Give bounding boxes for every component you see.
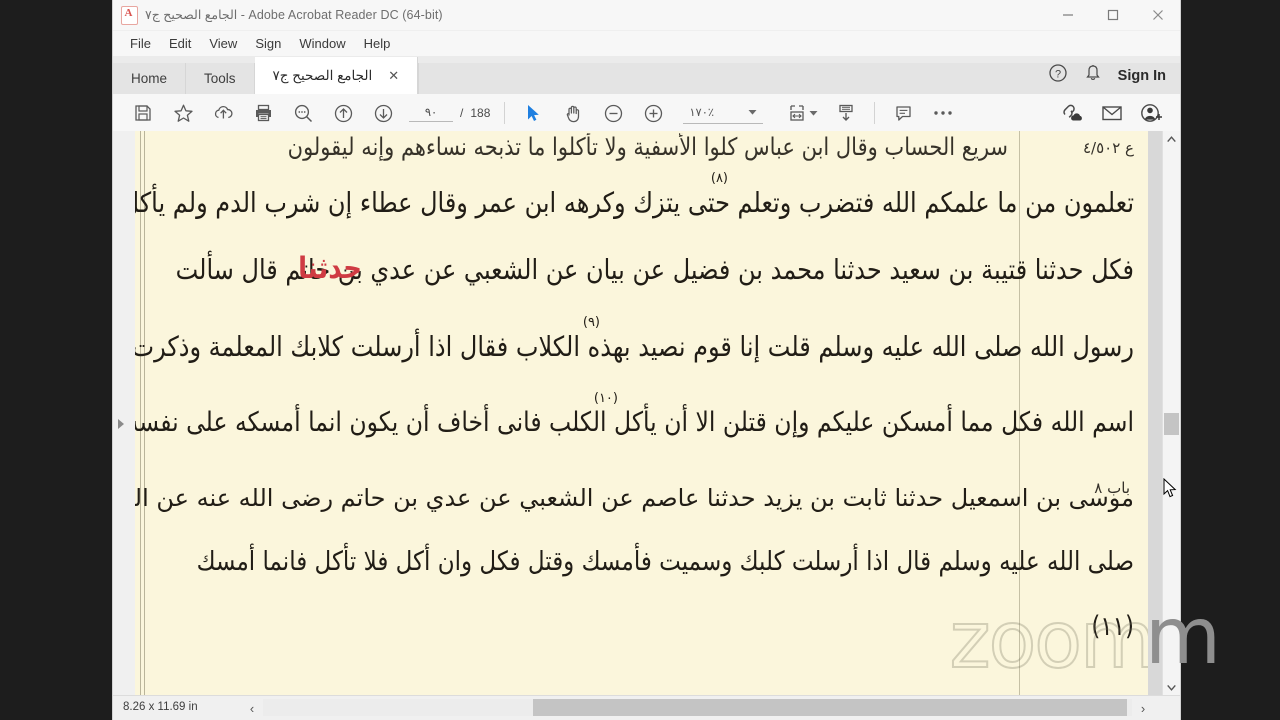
- select-tool-icon[interactable]: [513, 94, 553, 132]
- chevron-down-icon: [748, 103, 757, 121]
- text-line: سريع الحساب وقال ابن عباس كلوا الأسفية و…: [287, 133, 1008, 161]
- menu-file[interactable]: File: [121, 34, 160, 53]
- tab-tools-label: Tools: [204, 71, 236, 86]
- more-horizontal-icon[interactable]: [923, 94, 963, 132]
- hadith-number: (٩): [582, 315, 600, 330]
- window-title: الجامع الصحيح ج٧ - Adobe Acrobat Reader …: [145, 8, 443, 22]
- next-page-icon[interactable]: [363, 94, 403, 132]
- svg-text:?: ?: [1055, 69, 1061, 81]
- document-viewer: ع ٤/٥٠٢ باب ٨ سريع الحساب وقال ابن عباس …: [113, 131, 1180, 696]
- scroll-right-icon[interactable]: ›: [1134, 699, 1152, 717]
- toolbar-divider-2: [874, 102, 876, 124]
- cloud-upload-icon[interactable]: [203, 94, 243, 132]
- text-line-red-emphasis: حدثنا: [298, 251, 362, 287]
- zoom-level-value: ١٧٠٪: [689, 106, 715, 119]
- tab-document-label: الجامع الصحيح ج٧: [272, 67, 373, 83]
- scroll-down-icon[interactable]: [1163, 679, 1180, 696]
- vertical-scroll-thumb[interactable]: [1164, 413, 1179, 435]
- vertical-scrollbar[interactable]: [1162, 131, 1180, 696]
- text-line: صلى الله عليه وسلم قال اذا أرسلت كلبك وس…: [196, 547, 1134, 577]
- menu-window[interactable]: Window: [290, 34, 354, 53]
- tab-strip: Home Tools الجامع الصحيح ج٧ ✕ ? Sign In: [113, 57, 1180, 94]
- toolbar-right-group: [1052, 94, 1172, 132]
- tab-home-label: Home: [131, 71, 168, 86]
- save-icon[interactable]: [123, 94, 163, 132]
- tab-document[interactable]: الجامع الصحيح ج٧ ✕: [254, 57, 419, 94]
- scroll-up-icon[interactable]: [1163, 131, 1180, 148]
- page-navigation: ٩٠ / 188: [409, 105, 490, 122]
- menu-edit[interactable]: Edit: [160, 34, 200, 53]
- minimize-button[interactable]: [1045, 0, 1090, 30]
- sign-in-button[interactable]: Sign In: [1118, 68, 1166, 84]
- previous-page-icon[interactable]: [323, 94, 363, 132]
- menu-sign[interactable]: Sign: [246, 34, 290, 53]
- hand-tool-icon[interactable]: [553, 94, 593, 132]
- menu-view[interactable]: View: [200, 34, 246, 53]
- bell-icon[interactable]: [1084, 63, 1102, 88]
- zoom-in-icon[interactable]: [633, 94, 673, 132]
- hadith-number: (١٠): [593, 391, 618, 406]
- add-person-icon[interactable]: [1132, 94, 1172, 132]
- menu-help[interactable]: Help: [355, 34, 400, 53]
- star-icon[interactable]: [163, 94, 203, 132]
- title-bar: الجامع الصحيح ج٧ - Adobe Acrobat Reader …: [113, 0, 1180, 31]
- status-bar: 8.26 x 11.69 in ‹ ›: [113, 695, 1180, 720]
- text-line: اسم الله فكل مما أمسكن عليكم وإن قتلن ال…: [135, 405, 1134, 439]
- fit-dropdown-icon[interactable]: [809, 104, 818, 122]
- hadith-number: (٨): [710, 171, 728, 186]
- expand-panel-arrow-icon[interactable]: [118, 419, 124, 429]
- horizontal-scroll-thumb[interactable]: [533, 699, 1127, 716]
- text-line: تعلمون من ما علمكم الله فتضرب وتعلم حتى …: [135, 186, 1134, 220]
- page-reference-note: ع ٤/٥٠٢: [1083, 139, 1134, 157]
- share-link-icon[interactable]: [1052, 94, 1092, 132]
- menu-bar: File Edit View Sign Window Help: [113, 31, 1180, 57]
- maximize-button[interactable]: [1090, 0, 1135, 30]
- page-total-label: 188: [470, 106, 491, 120]
- text-line: (١١): [1091, 612, 1134, 642]
- signin-area: ? Sign In: [1048, 57, 1180, 94]
- navigation-pane-rail[interactable]: [113, 131, 136, 696]
- horizontal-scrollbar[interactable]: [263, 699, 1132, 716]
- close-button[interactable]: [1135, 0, 1180, 30]
- toolbar: ٩٠ / 188 ١٧٠٪: [113, 94, 1180, 133]
- tab-close-icon[interactable]: ✕: [388, 69, 399, 82]
- scroll-left-icon[interactable]: ‹: [243, 699, 261, 717]
- page-separator: /: [460, 106, 464, 120]
- chapter-heading-line: موسى بن اسمعيل حدثنا ثابت بن يزيد حدثنا …: [135, 473, 1134, 523]
- tab-tools[interactable]: Tools: [186, 63, 255, 94]
- page-number-input[interactable]: ٩٠: [409, 105, 453, 122]
- tab-home[interactable]: Home: [113, 63, 187, 94]
- help-circle-icon[interactable]: ?: [1048, 63, 1068, 88]
- page-size-label: 8.26 x 11.69 in: [123, 701, 198, 713]
- envelope-icon[interactable]: [1092, 94, 1132, 132]
- comment-icon[interactable]: [883, 94, 923, 132]
- text-line: موسى بن اسمعيل حدثنا ثابت بن يزيد حدثنا …: [135, 484, 1134, 512]
- print-icon[interactable]: [243, 94, 283, 132]
- zoom-out-icon[interactable]: [593, 94, 633, 132]
- toolbar-divider-1: [504, 102, 506, 124]
- screen: الجامع الصحيح ج٧ - Adobe Acrobat Reader …: [0, 0, 1280, 720]
- text-line: رسول الله صلى الله عليه وسلم قلت إنا قوم…: [135, 330, 1134, 364]
- page-scroll-icon[interactable]: [826, 94, 866, 132]
- acrobat-window: الجامع الصحيح ج٧ - Adobe Acrobat Reader …: [113, 0, 1180, 720]
- search-icon[interactable]: [283, 94, 323, 132]
- acrobat-icon: [121, 6, 138, 25]
- pdf-page[interactable]: ع ٤/٥٠٢ باب ٨ سريع الحساب وقال ابن عباس …: [135, 131, 1148, 696]
- zoom-level-selector[interactable]: ١٧٠٪: [683, 103, 764, 124]
